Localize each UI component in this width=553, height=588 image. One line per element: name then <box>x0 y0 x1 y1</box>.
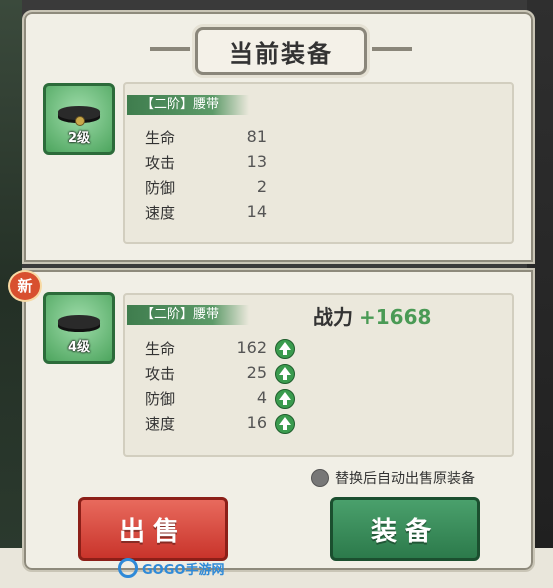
item-name-banner: 【二阶】腰带 <box>127 305 250 325</box>
power-delta: +1668 <box>359 305 432 329</box>
auto-sell-radio[interactable] <box>311 469 329 487</box>
belt-icon <box>58 315 100 329</box>
stat-label: 防御 <box>145 179 176 197</box>
page-title: 当前装备 <box>229 39 333 68</box>
stat-label: 速度 <box>145 204 176 222</box>
stat-value: 16 <box>246 413 267 432</box>
stat-value: 2 <box>256 177 267 196</box>
new-item-icon[interactable]: 4级 <box>43 292 115 364</box>
current-item-icon[interactable]: 2级 <box>43 83 115 155</box>
increase-arrow-icon <box>275 389 295 409</box>
item-name-banner: 【二阶】腰带 <box>127 95 250 115</box>
stat-label: 攻击 <box>145 154 176 172</box>
stat-label: 速度 <box>145 415 176 433</box>
stat-value: 13 <box>246 152 267 171</box>
item-level: 2级 <box>67 131 91 146</box>
watermark-logo-icon <box>118 558 138 578</box>
stat-value: 14 <box>246 202 267 221</box>
combat-power: 战力 +1668 <box>313 301 431 330</box>
watermark: GOGO手游网 <box>118 558 224 578</box>
sell-button[interactable]: 出售 <box>78 497 228 561</box>
stat-value: 81 <box>246 127 267 146</box>
title-plate: 当前装备 <box>150 27 412 75</box>
equip-button[interactable]: 装备 <box>330 497 480 561</box>
stat-value: 25 <box>246 363 267 382</box>
stat-label: 攻击 <box>145 365 176 383</box>
new-badge: 新 <box>8 270 42 302</box>
watermark-text: GOGO手游网 <box>142 562 225 578</box>
auto-sell-option[interactable]: 替换后自动出售原装备 <box>311 468 475 488</box>
buckle-icon <box>75 116 85 126</box>
stat-label: 生命 <box>145 129 176 147</box>
stat-label: 生命 <box>145 340 176 358</box>
power-label: 战力 <box>313 305 353 329</box>
increase-arrow-icon <box>275 364 295 384</box>
stat-value: 162 <box>236 338 267 357</box>
auto-sell-label: 替换后自动出售原装备 <box>335 471 475 487</box>
stat-label: 防御 <box>145 390 176 408</box>
increase-arrow-icon <box>275 414 295 434</box>
item-level: 4级 <box>67 340 91 355</box>
stat-value: 4 <box>256 388 267 407</box>
increase-arrow-icon <box>275 339 295 359</box>
